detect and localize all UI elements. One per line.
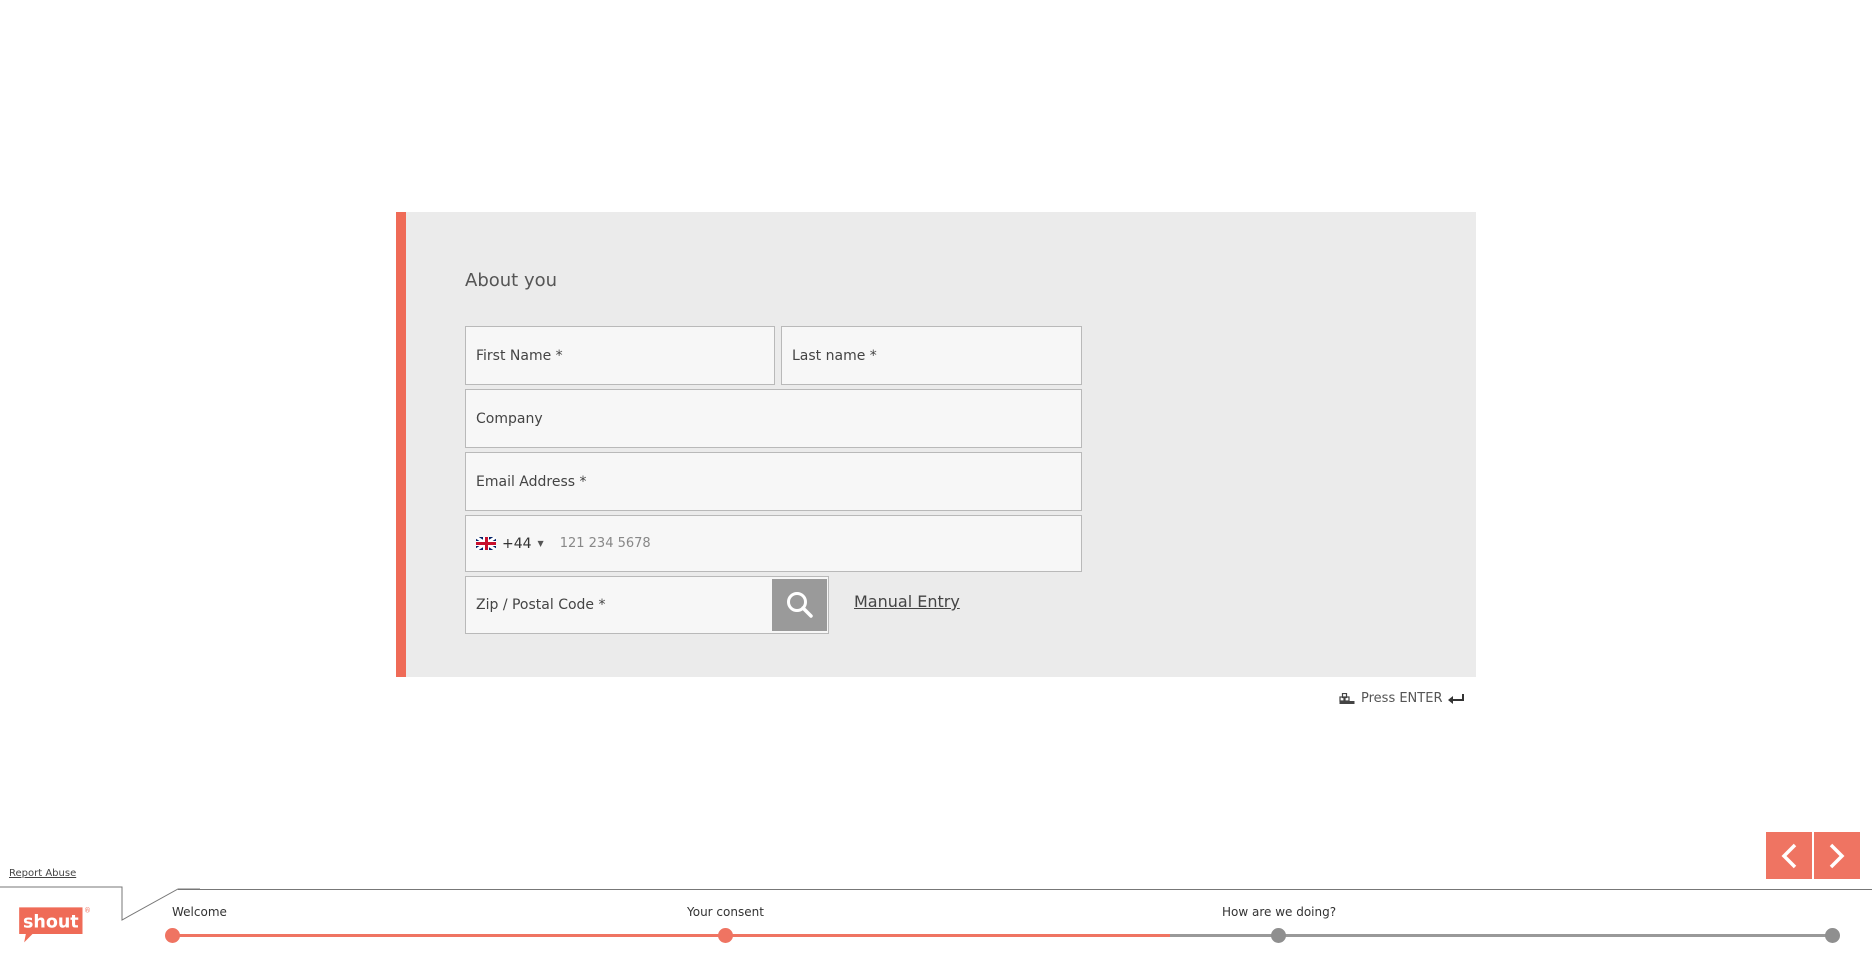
first-name-placeholder: First Name * <box>476 347 563 364</box>
uk-flag-icon <box>476 537 496 550</box>
last-name-placeholder: Last name * <box>792 347 877 364</box>
enter-key-icon <box>1448 693 1465 704</box>
progress-dot-feedback[interactable] <box>1271 928 1286 943</box>
search-icon <box>786 592 813 618</box>
manual-entry-link[interactable]: Manual Entry <box>854 592 960 611</box>
postal-code-placeholder: Zip / Postal Code * <box>476 597 606 613</box>
previous-button[interactable] <box>1766 832 1812 879</box>
phone-field[interactable]: +44 ▼ 121 234 5678 <box>465 515 1082 572</box>
progress-track-remaining <box>1170 934 1832 937</box>
progress-step-consent: Your consent <box>687 905 764 919</box>
progress-step-welcome: Welcome <box>172 905 227 919</box>
first-name-field[interactable]: First Name * <box>465 326 775 385</box>
footer-divider <box>178 889 1872 890</box>
last-name-field[interactable]: Last name * <box>781 326 1082 385</box>
progress-dot-welcome[interactable] <box>165 928 180 943</box>
progress-dot-end[interactable] <box>1825 928 1840 943</box>
chevron-left-icon <box>1781 843 1797 868</box>
section-title: About you <box>465 270 558 291</box>
keyboard-icon <box>1339 692 1355 704</box>
card-accent-bar <box>396 212 406 677</box>
company-field[interactable]: Company <box>465 389 1082 448</box>
progress-track-complete <box>172 934 1170 937</box>
progress-dot-consent[interactable] <box>718 928 733 943</box>
company-placeholder: Company <box>476 410 543 427</box>
report-abuse-link[interactable]: Report Abuse <box>9 868 76 879</box>
country-code: +44 <box>502 535 532 552</box>
postcode-search-button[interactable] <box>772 579 827 631</box>
country-code-selector[interactable]: +44 ▼ <box>476 536 544 552</box>
shout-logo: shout ® <box>19 906 91 943</box>
press-enter-hint: Press ENTER <box>1339 691 1466 706</box>
chevron-right-icon <box>1829 843 1845 868</box>
phone-placeholder: 121 234 5678 <box>559 536 651 551</box>
email-placeholder: Email Address * <box>476 473 587 490</box>
progress-step-feedback: How are we doing? <box>1222 905 1337 919</box>
registered-mark: ® <box>84 906 91 914</box>
next-button[interactable] <box>1814 832 1860 879</box>
about-you-card: About you First Name * Last name * Compa… <box>396 212 1476 677</box>
press-enter-text: Press ENTER <box>1361 691 1443 706</box>
logo-text: shout <box>23 912 79 932</box>
email-field[interactable]: Email Address * <box>465 452 1082 511</box>
caret-down-icon: ▼ <box>537 539 544 548</box>
